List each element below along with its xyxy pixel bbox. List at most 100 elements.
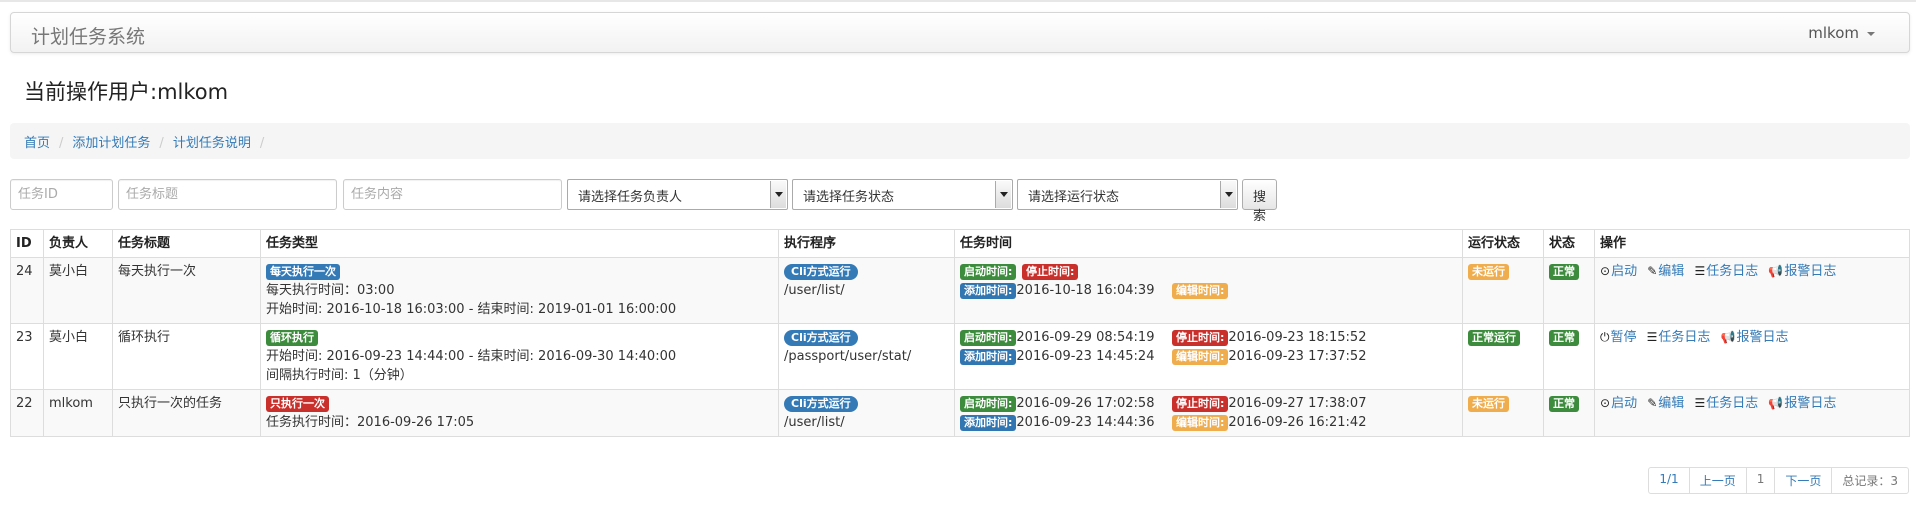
- edit-icon: ✎: [1647, 396, 1658, 410]
- power-icon: ⏻: [1600, 330, 1610, 344]
- cell-run-status: 正常运行: [1462, 323, 1544, 390]
- status-badge: 正常: [1549, 264, 1579, 280]
- exec-path: /passport/user/stat/: [784, 349, 912, 364]
- start-time-badge: 启动时间:: [960, 330, 1017, 346]
- exec-badge: Cli方式运行: [784, 396, 858, 412]
- cell-title: 循环执行: [112, 323, 261, 390]
- exec-badge: Cli方式运行: [784, 330, 858, 346]
- cell-times: 启动时间: 2016-09-26 17:02:58 停止时间: 2016-09-27 …: [954, 389, 1463, 437]
- pagination: 1/1 上一页 1 下一页 总记录：3: [1648, 467, 1909, 494]
- task-log-link[interactable]: ☰任务日志: [1647, 330, 1711, 345]
- run-status-badge: 正常运行: [1468, 330, 1520, 346]
- edit-icon: ✎: [1647, 264, 1658, 278]
- add-time: 2016-09-23 14:44:36: [1016, 415, 1155, 430]
- task-status-select-value: 请选择任务状态: [803, 190, 895, 205]
- cell-run-status: 未运行: [1462, 389, 1544, 437]
- cell-ops: ⊙启动 ✎编辑 ☰任务日志 📢报警日志: [1594, 389, 1910, 437]
- cell-title: 每天执行一次: [112, 257, 261, 324]
- type-badge: 只执行一次: [266, 396, 329, 412]
- list-icon: ☰: [1646, 330, 1658, 344]
- task-log-link[interactable]: ☰任务日志: [1694, 264, 1758, 279]
- start-link[interactable]: ⊙启动: [1600, 396, 1637, 411]
- col-header: 运行状态: [1462, 229, 1544, 258]
- user-name: mlkom: [1808, 24, 1859, 42]
- col-header: ID: [10, 229, 44, 258]
- exec-badge: Cli方式运行: [784, 264, 858, 280]
- table-row: 24 莫小白 每天执行一次 每天执行一次 每天执行时间：03:00 开始时间: …: [10, 257, 1910, 324]
- cell-times: 启动时间: 2016-09-29 08:54:19 停止时间: 2016-09-23 …: [954, 323, 1463, 390]
- alarm-log-link[interactable]: 📢报警日志: [1721, 330, 1789, 345]
- cell-exec: Cli方式运行 /user/list/: [778, 389, 955, 437]
- bullhorn-icon: 📢: [1720, 330, 1736, 344]
- alarm-log-link[interactable]: 📢报警日志: [1768, 396, 1836, 411]
- stop-time: 2016-09-23 18:15:52: [1228, 330, 1367, 345]
- dropdown-arrow-icon: [770, 181, 786, 208]
- edit-link[interactable]: ✎编辑: [1647, 396, 1684, 411]
- col-header: 任务标题: [112, 229, 261, 258]
- cell-owner: 莫小白: [43, 257, 113, 324]
- col-header: 任务时间: [954, 229, 1463, 258]
- table-header-row: ID 负责人 任务标题 任务类型 执行程序 任务时间 运行状态 状态 操作: [10, 229, 1910, 258]
- start-time-badge: 启动时间:: [960, 396, 1017, 412]
- caret-down-icon: [1867, 31, 1875, 36]
- task-table: ID 负责人 任务标题 任务类型 执行程序 任务时间 运行状态 状态 操作 24…: [10, 229, 1910, 437]
- cell-id: 24: [10, 257, 44, 324]
- stop-time-badge: 停止时间:: [1172, 330, 1229, 346]
- stop-time-badge: 停止时间:: [1022, 264, 1079, 280]
- type-detail: 任务执行时间：2016-09-26 17:05: [266, 415, 475, 430]
- task-status-select[interactable]: 请选择任务状态: [792, 179, 1013, 210]
- run-status-select[interactable]: 请选择运行状态: [1017, 179, 1238, 210]
- cell-exec: Cli方式运行 /user/list/: [778, 257, 955, 324]
- cell-exec: Cli方式运行 /passport/user/stat/: [778, 323, 955, 390]
- col-header: 执行程序: [778, 229, 955, 258]
- next-page-button[interactable]: 下一页: [1774, 467, 1833, 494]
- edit-time: 2016-09-26 16:21:42: [1228, 415, 1367, 430]
- task-id-input[interactable]: [10, 179, 113, 210]
- cell-ops: ⊙启动 ✎编辑 ☰任务日志 📢报警日志: [1594, 257, 1910, 324]
- type-detail: 开始时间: 2016-10-18 16:03:00 - 结束时间: 2019-0…: [266, 302, 677, 317]
- start-link[interactable]: ⊙启动: [1600, 264, 1637, 279]
- app-brand[interactable]: 计划任务系统: [31, 22, 145, 49]
- breadcrumb-add-task[interactable]: 添加计划任务: [72, 136, 150, 151]
- cell-status: 正常: [1543, 257, 1595, 324]
- pause-link[interactable]: ⏻暂停: [1600, 330, 1637, 345]
- prev-page-button[interactable]: 上一页: [1688, 467, 1747, 494]
- cell-times: 启动时间: 停止时间: 添加时间: 2016-10-18 16:04:39 编辑时间:: [954, 257, 1463, 324]
- add-time: 2016-10-18 16:04:39: [1016, 283, 1155, 298]
- search-button[interactable]: 搜索: [1242, 179, 1278, 224]
- task-title-input[interactable]: [118, 179, 337, 210]
- stop-time-badge: 停止时间:: [1172, 396, 1229, 412]
- task-log-link[interactable]: ☰任务日志: [1694, 396, 1758, 411]
- type-detail: 开始时间: 2016-09-23 14:44:00 - 结束时间: 2016-0…: [266, 349, 677, 364]
- list-icon: ☰: [1694, 396, 1706, 410]
- cell-owner: mlkom: [43, 389, 113, 437]
- page-number[interactable]: 1: [1745, 467, 1776, 494]
- table-row: 23 莫小白 循环执行 循环执行 开始时间: 2016-09-23 14:44:…: [10, 323, 1910, 390]
- user-menu[interactable]: mlkom: [1808, 24, 1875, 42]
- start-time: 2016-09-26 17:02:58: [1016, 396, 1155, 411]
- task-content-input[interactable]: [343, 179, 562, 210]
- alarm-log-link[interactable]: 📢报警日志: [1768, 264, 1836, 279]
- list-icon: ☰: [1694, 264, 1706, 278]
- exec-path: /user/list/: [784, 415, 845, 430]
- start-time-badge: 启动时间:: [960, 264, 1017, 280]
- edit-link[interactable]: ✎编辑: [1647, 264, 1684, 279]
- run-status-select-value: 请选择运行状态: [1028, 190, 1120, 205]
- cell-type: 只执行一次 任务执行时间：2016-09-26 17:05: [260, 389, 779, 437]
- type-badge: 循环执行: [266, 330, 318, 346]
- page-indicator[interactable]: 1/1: [1648, 467, 1690, 494]
- stop-time: 2016-09-27 17:38:07: [1228, 396, 1367, 411]
- edit-time: 2016-09-23 17:37:52: [1228, 349, 1367, 364]
- bullhorn-icon: 📢: [1768, 396, 1784, 410]
- breadcrumb-home[interactable]: 首页: [24, 136, 50, 151]
- owner-select[interactable]: 请选择任务负责人: [567, 179, 788, 210]
- edit-time-badge: 编辑时间:: [1172, 415, 1229, 431]
- owner-select-value: 请选择任务负责人: [578, 190, 683, 205]
- cell-status: 正常: [1543, 323, 1595, 390]
- run-status-badge: 未运行: [1468, 264, 1509, 280]
- breadcrumb-task-help[interactable]: 计划任务说明: [173, 136, 251, 151]
- power-icon: ⊙: [1600, 264, 1611, 278]
- dropdown-arrow-icon: [995, 181, 1011, 208]
- table-row: 22 mlkom 只执行一次的任务 只执行一次 任务执行时间：2016-09-2…: [10, 389, 1910, 437]
- edit-time-badge: 编辑时间:: [1172, 283, 1229, 299]
